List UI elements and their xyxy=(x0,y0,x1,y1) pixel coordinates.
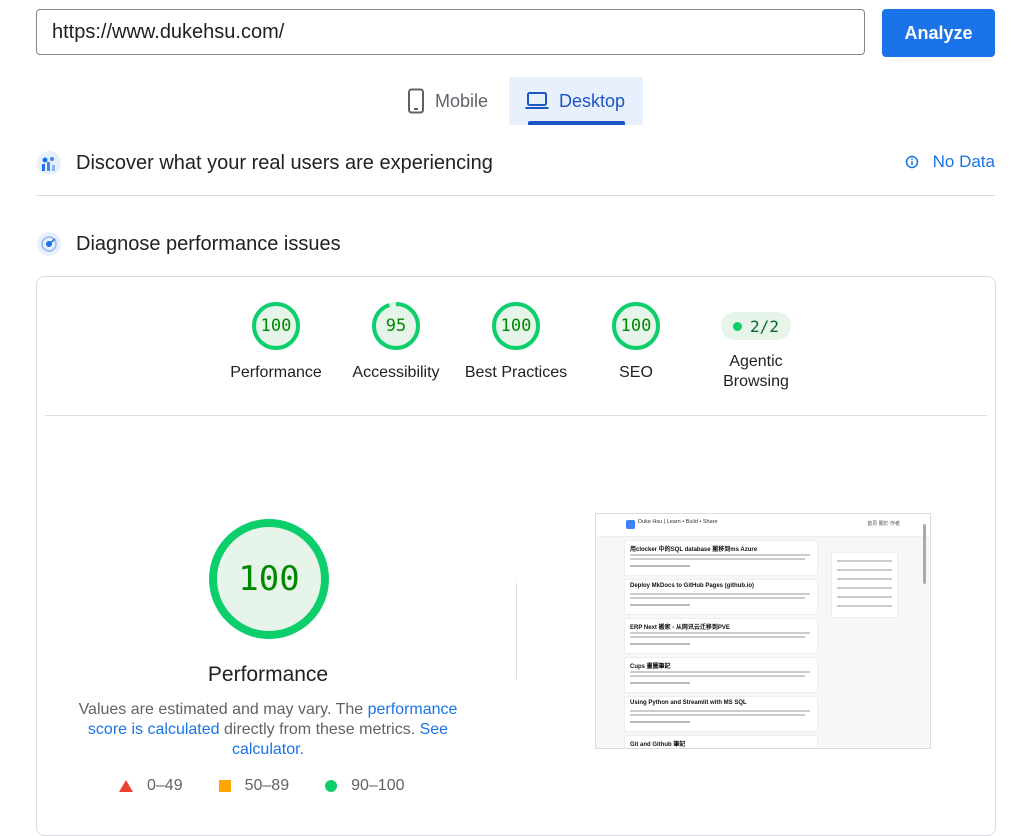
performance-gauge-large: 100 xyxy=(207,517,331,641)
vertical-divider xyxy=(516,583,517,679)
site-logo xyxy=(626,520,635,529)
circle-icon xyxy=(325,780,338,792)
thumb-brand: Duke Hsu | Learn • Build • Share xyxy=(638,519,718,525)
gauge-seo[interactable]: 100 SEO xyxy=(576,301,696,383)
legend-label: 90–100 xyxy=(351,777,405,794)
legend-label: 0–49 xyxy=(147,777,183,794)
diagnose-title: Diagnose performance issues xyxy=(76,232,341,255)
legend-pass: 90–100 xyxy=(325,777,404,795)
gauge-score: 100 xyxy=(500,316,532,336)
gauge-score: 95 xyxy=(385,316,407,336)
field-data-title: Discover what your real users are experi… xyxy=(76,151,493,174)
report-panel: 100 Performance 95 Accessibility 100 Bes… xyxy=(36,276,996,836)
divider xyxy=(45,415,987,416)
gauge-score: 100 xyxy=(260,316,292,336)
thumb-scrollbar xyxy=(923,524,926,584)
analyze-button[interactable]: Analyze xyxy=(882,9,995,57)
no-data-link[interactable]: No Data xyxy=(905,152,995,172)
laptop-icon xyxy=(525,91,549,111)
triangle-icon xyxy=(119,780,133,792)
tab-mobile-label: Mobile xyxy=(435,90,489,111)
thumb-sidebar xyxy=(831,552,898,618)
gauge-label: Best Practices xyxy=(464,364,568,381)
thumb-card: Using Python and Streamlit with MS SQL xyxy=(624,696,818,732)
people-icon xyxy=(36,150,62,176)
agentic-score-pill: 2/2 xyxy=(721,312,791,340)
smartphone-icon xyxy=(407,88,425,114)
thumb-header: Duke Hsu | Learn • Build • Share 首頁 關於 作… xyxy=(596,514,930,537)
gauge-best-practices[interactable]: 100 Best Practices xyxy=(456,301,576,383)
gauge-score: 2/2 xyxy=(750,316,779,336)
score-legend: 0–49 50–89 90–100 xyxy=(119,777,440,795)
pass-dot-icon xyxy=(733,321,743,331)
thumb-card-title: ERP Next 搬家 - 从网讯云迁移到PVE xyxy=(630,625,730,631)
thumb-nav: 首頁 關於 作者 xyxy=(867,521,900,527)
desc-text: Values are estimated and may vary. The xyxy=(78,701,368,718)
legend-average: 50–89 xyxy=(218,777,290,795)
thumb-card-title: Cups 畫圖筆記 xyxy=(630,664,671,670)
tab-active-indicator xyxy=(528,121,625,125)
square-icon xyxy=(218,780,231,792)
thumb-card: Git and Github 筆記 xyxy=(624,735,818,748)
gauge-performance[interactable]: 100 Performance xyxy=(216,301,336,383)
url-row: Analyze xyxy=(36,9,995,57)
radar-icon xyxy=(36,231,62,257)
divider xyxy=(36,195,995,196)
gauge-score: 100 xyxy=(620,316,652,336)
thumb-card-title: Deploy MkDocs to GitHub Pages (github.io… xyxy=(630,583,755,589)
category-gauges: 100 Performance 95 Accessibility 100 Bes… xyxy=(37,277,995,415)
legend-fail: 0–49 xyxy=(119,777,183,795)
thumb-card-title: Git and Github 筆記 xyxy=(630,742,686,748)
desc-text: directly from these metrics. xyxy=(219,721,420,738)
final-screenshot[interactable]: Duke Hsu | Learn • Build • Share 首頁 關於 作… xyxy=(595,513,931,749)
gauge-label: Performance xyxy=(230,364,322,381)
legend-label: 50–89 xyxy=(244,777,290,794)
thumb-card: Cups 畫圖筆記 xyxy=(624,657,818,693)
field-data-header: Discover what your real users are experi… xyxy=(36,148,995,178)
thumb-card-title: 用clocker 中的SQL database 搬移到ms Azure xyxy=(630,547,758,553)
thumb-card: 用clocker 中的SQL database 搬移到ms Azure xyxy=(624,540,818,576)
no-data-label: No Data xyxy=(932,152,995,171)
gauge-agentic-browsing[interactable]: 2/2 Agentic Browsing xyxy=(696,301,816,392)
thumb-card: Deploy MkDocs to GitHub Pages (github.io… xyxy=(624,579,818,615)
thumb-card: ERP Next 搬家 - 从网讯云迁移到PVE xyxy=(624,618,818,654)
thumb-card-title: Using Python and Streamlit with MS SQL xyxy=(630,700,747,706)
url-input[interactable] xyxy=(36,9,865,55)
info-icon xyxy=(905,155,919,169)
tab-desktop-label: Desktop xyxy=(559,90,626,111)
gauge-label: Agentic Browsing xyxy=(723,353,789,390)
tab-desktop[interactable]: Desktop xyxy=(509,77,643,125)
tab-mobile[interactable]: Mobile xyxy=(395,77,509,125)
gauge-label: Accessibility xyxy=(352,364,440,381)
performance-description: Values are estimated and may vary. The p… xyxy=(59,700,477,760)
performance-title: Performance xyxy=(207,663,329,686)
gauge-accessibility[interactable]: 95 Accessibility xyxy=(336,301,456,383)
gauge-label: SEO xyxy=(619,364,653,381)
diagnose-header: Diagnose performance issues xyxy=(36,229,995,259)
performance-score-large: 100 xyxy=(238,559,300,599)
